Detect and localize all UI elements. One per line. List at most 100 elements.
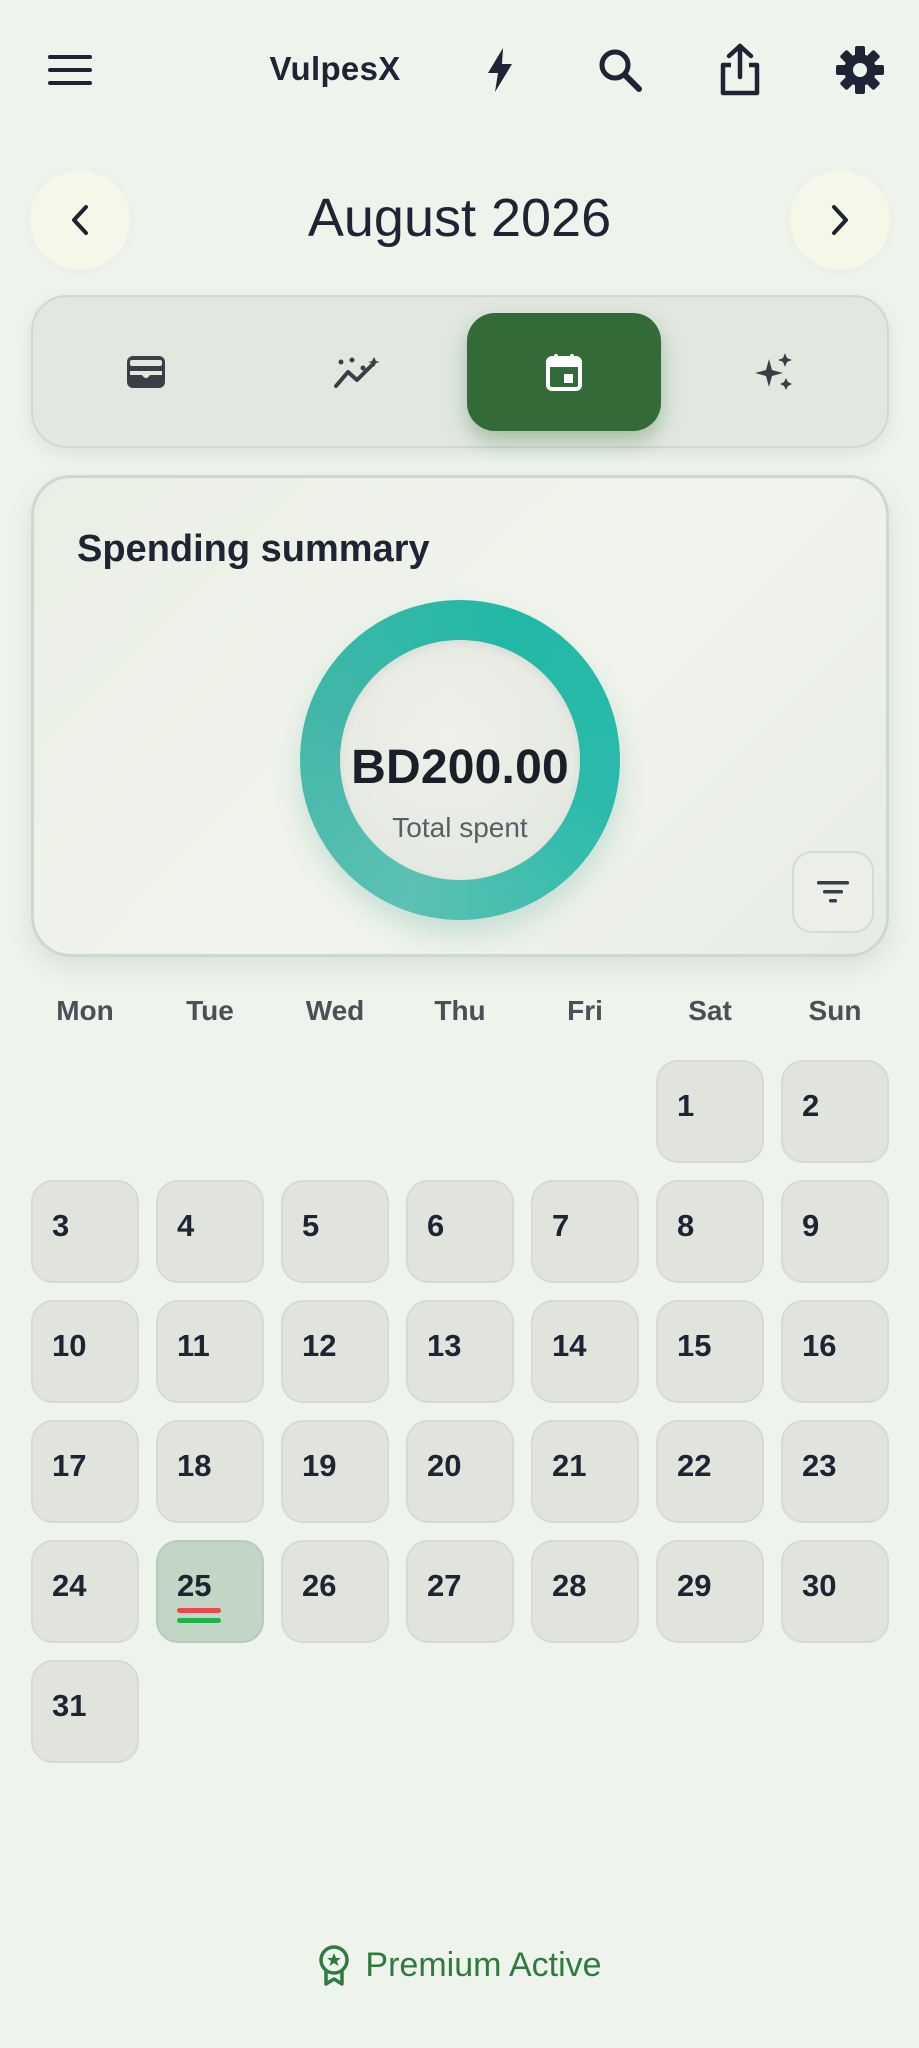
premium-status[interactable]: Premium Active bbox=[0, 1940, 919, 1990]
calendar-day[interactable]: 21 bbox=[531, 1420, 639, 1523]
day-number: 19 bbox=[302, 1448, 337, 1483]
summary-title: Spending summary bbox=[77, 528, 430, 570]
bolt-icon bbox=[488, 48, 512, 92]
day-number: 9 bbox=[802, 1208, 820, 1243]
day-number: 1 bbox=[677, 1088, 695, 1123]
top-app-bar: VulpesX bbox=[0, 0, 919, 140]
tab-trends[interactable] bbox=[259, 313, 453, 431]
transaction-marker bbox=[177, 1608, 221, 1613]
weekday-label: Tue bbox=[186, 995, 234, 1026]
day-number: 23 bbox=[802, 1448, 837, 1483]
filter-icon bbox=[817, 881, 849, 903]
day-number: 20 bbox=[427, 1448, 462, 1483]
tab-calendar[interactable] bbox=[467, 313, 661, 431]
sparkle-icon bbox=[755, 353, 792, 390]
calendar-day[interactable]: 30 bbox=[781, 1540, 889, 1643]
award-icon bbox=[319, 1945, 350, 1986]
calendar-day[interactable]: 16 bbox=[781, 1300, 889, 1403]
settings-button[interactable] bbox=[825, 35, 895, 105]
day-number: 16 bbox=[802, 1328, 837, 1363]
premium-label: Premium Active bbox=[365, 1945, 602, 1984]
calendar-day[interactable]: 19 bbox=[281, 1420, 389, 1523]
calendar-day[interactable]: 14 bbox=[531, 1300, 639, 1403]
wallet-icon bbox=[127, 356, 165, 388]
weekday-label: Wed bbox=[305, 995, 365, 1026]
day-number: 22 bbox=[677, 1448, 712, 1483]
calendar-day[interactable]: 12 bbox=[281, 1300, 389, 1403]
day-number: 21 bbox=[552, 1448, 587, 1483]
weekday-label: Mon bbox=[56, 995, 114, 1026]
calendar-day[interactable]: 2 bbox=[781, 1060, 889, 1163]
calendar-day[interactable]: 6 bbox=[406, 1180, 514, 1283]
day-number: 12 bbox=[302, 1328, 337, 1363]
calendar-day[interactable]: 11 bbox=[156, 1300, 264, 1403]
spending-donut-chart: BD200.00 Total spent bbox=[300, 600, 620, 920]
calendar-day[interactable]: 29 bbox=[656, 1540, 764, 1643]
calendar-day[interactable]: 13 bbox=[406, 1300, 514, 1403]
day-number: 2 bbox=[802, 1088, 820, 1123]
day-number: 29 bbox=[677, 1568, 712, 1603]
weekday-header: Mon Tue Wed Thu Fri Sat Sun bbox=[31, 995, 889, 1045]
day-number: 28 bbox=[552, 1568, 587, 1603]
day-number: 24 bbox=[52, 1568, 87, 1603]
calendar-day[interactable]: 5 bbox=[281, 1180, 389, 1283]
calendar-day[interactable]: 18 bbox=[156, 1420, 264, 1523]
filter-button[interactable] bbox=[792, 851, 874, 933]
day-number: 25 bbox=[177, 1568, 212, 1603]
calendar-day[interactable]: 26 bbox=[281, 1540, 389, 1643]
spending-summary-card: Spending summary BD200.00 Total spent bbox=[31, 475, 889, 957]
search-icon bbox=[599, 49, 642, 92]
weekday-label: Sat bbox=[688, 995, 732, 1026]
day-number: 6 bbox=[427, 1208, 445, 1243]
calendar-day[interactable]: 9 bbox=[781, 1180, 889, 1283]
day-number: 27 bbox=[427, 1568, 462, 1603]
tab-wallet[interactable] bbox=[49, 313, 243, 431]
calendar-day[interactable]: 4 bbox=[156, 1180, 264, 1283]
transaction-marker bbox=[177, 1618, 221, 1623]
tab-insights[interactable] bbox=[677, 313, 871, 431]
day-number: 30 bbox=[802, 1568, 837, 1603]
day-number: 13 bbox=[427, 1328, 462, 1363]
share-button[interactable] bbox=[705, 35, 775, 105]
previous-month-button[interactable] bbox=[30, 170, 130, 270]
gear-icon bbox=[836, 46, 884, 94]
total-spent-caption: Total spent bbox=[392, 812, 528, 843]
calendar-day[interactable]: 23 bbox=[781, 1420, 889, 1523]
calendar-day[interactable]: 31 bbox=[31, 1660, 139, 1763]
share-icon bbox=[720, 43, 760, 96]
chevron-right-icon bbox=[832, 205, 848, 235]
view-tabs bbox=[31, 295, 889, 448]
donut-center: BD200.00 Total spent bbox=[340, 640, 580, 880]
calendar-day[interactable]: 28 bbox=[531, 1540, 639, 1643]
calendar-day[interactable]: 24 bbox=[31, 1540, 139, 1643]
day-number: 17 bbox=[52, 1448, 87, 1483]
calendar-day[interactable]: 10 bbox=[31, 1300, 139, 1403]
day-number: 5 bbox=[302, 1208, 320, 1243]
calendar-day[interactable]: 20 bbox=[406, 1420, 514, 1523]
quick-action-button[interactable] bbox=[465, 35, 535, 105]
calendar-day[interactable]: 3 bbox=[31, 1180, 139, 1283]
calendar-grid: 1 2 3 4 5 6 7 8 9 10 11 12 13 14 15 16 17 18 19 20 21 22 23 24 2… bbox=[31, 1060, 889, 1763]
day-number: 3 bbox=[52, 1208, 70, 1243]
calendar-day[interactable]: 7 bbox=[531, 1180, 639, 1283]
weekday-label: Fri bbox=[567, 995, 603, 1026]
weekday-label: Sun bbox=[808, 995, 862, 1026]
calendar-day[interactable]: 8 bbox=[656, 1180, 764, 1283]
calendar-day[interactable]: 27 bbox=[406, 1540, 514, 1643]
menu-button[interactable] bbox=[35, 35, 105, 105]
calendar-day[interactable]: 22 bbox=[656, 1420, 764, 1523]
menu-icon bbox=[48, 55, 92, 85]
day-number: 10 bbox=[52, 1328, 87, 1363]
trend-icon bbox=[334, 357, 379, 388]
page: VulpesX August 2026 Spending summary BD2… bbox=[0, 0, 919, 2048]
chevron-left-icon bbox=[72, 205, 88, 235]
calendar-day-today[interactable]: 25 bbox=[156, 1540, 264, 1643]
calendar-day[interactable]: 17 bbox=[31, 1420, 139, 1523]
day-number: 8 bbox=[677, 1208, 695, 1243]
month-title: August 2026 bbox=[307, 188, 612, 248]
total-spent-amount: BD200.00 bbox=[351, 741, 569, 794]
next-month-button[interactable] bbox=[790, 170, 890, 270]
search-button[interactable] bbox=[585, 35, 655, 105]
calendar-day[interactable]: 1 bbox=[656, 1060, 764, 1163]
calendar-day[interactable]: 15 bbox=[656, 1300, 764, 1403]
